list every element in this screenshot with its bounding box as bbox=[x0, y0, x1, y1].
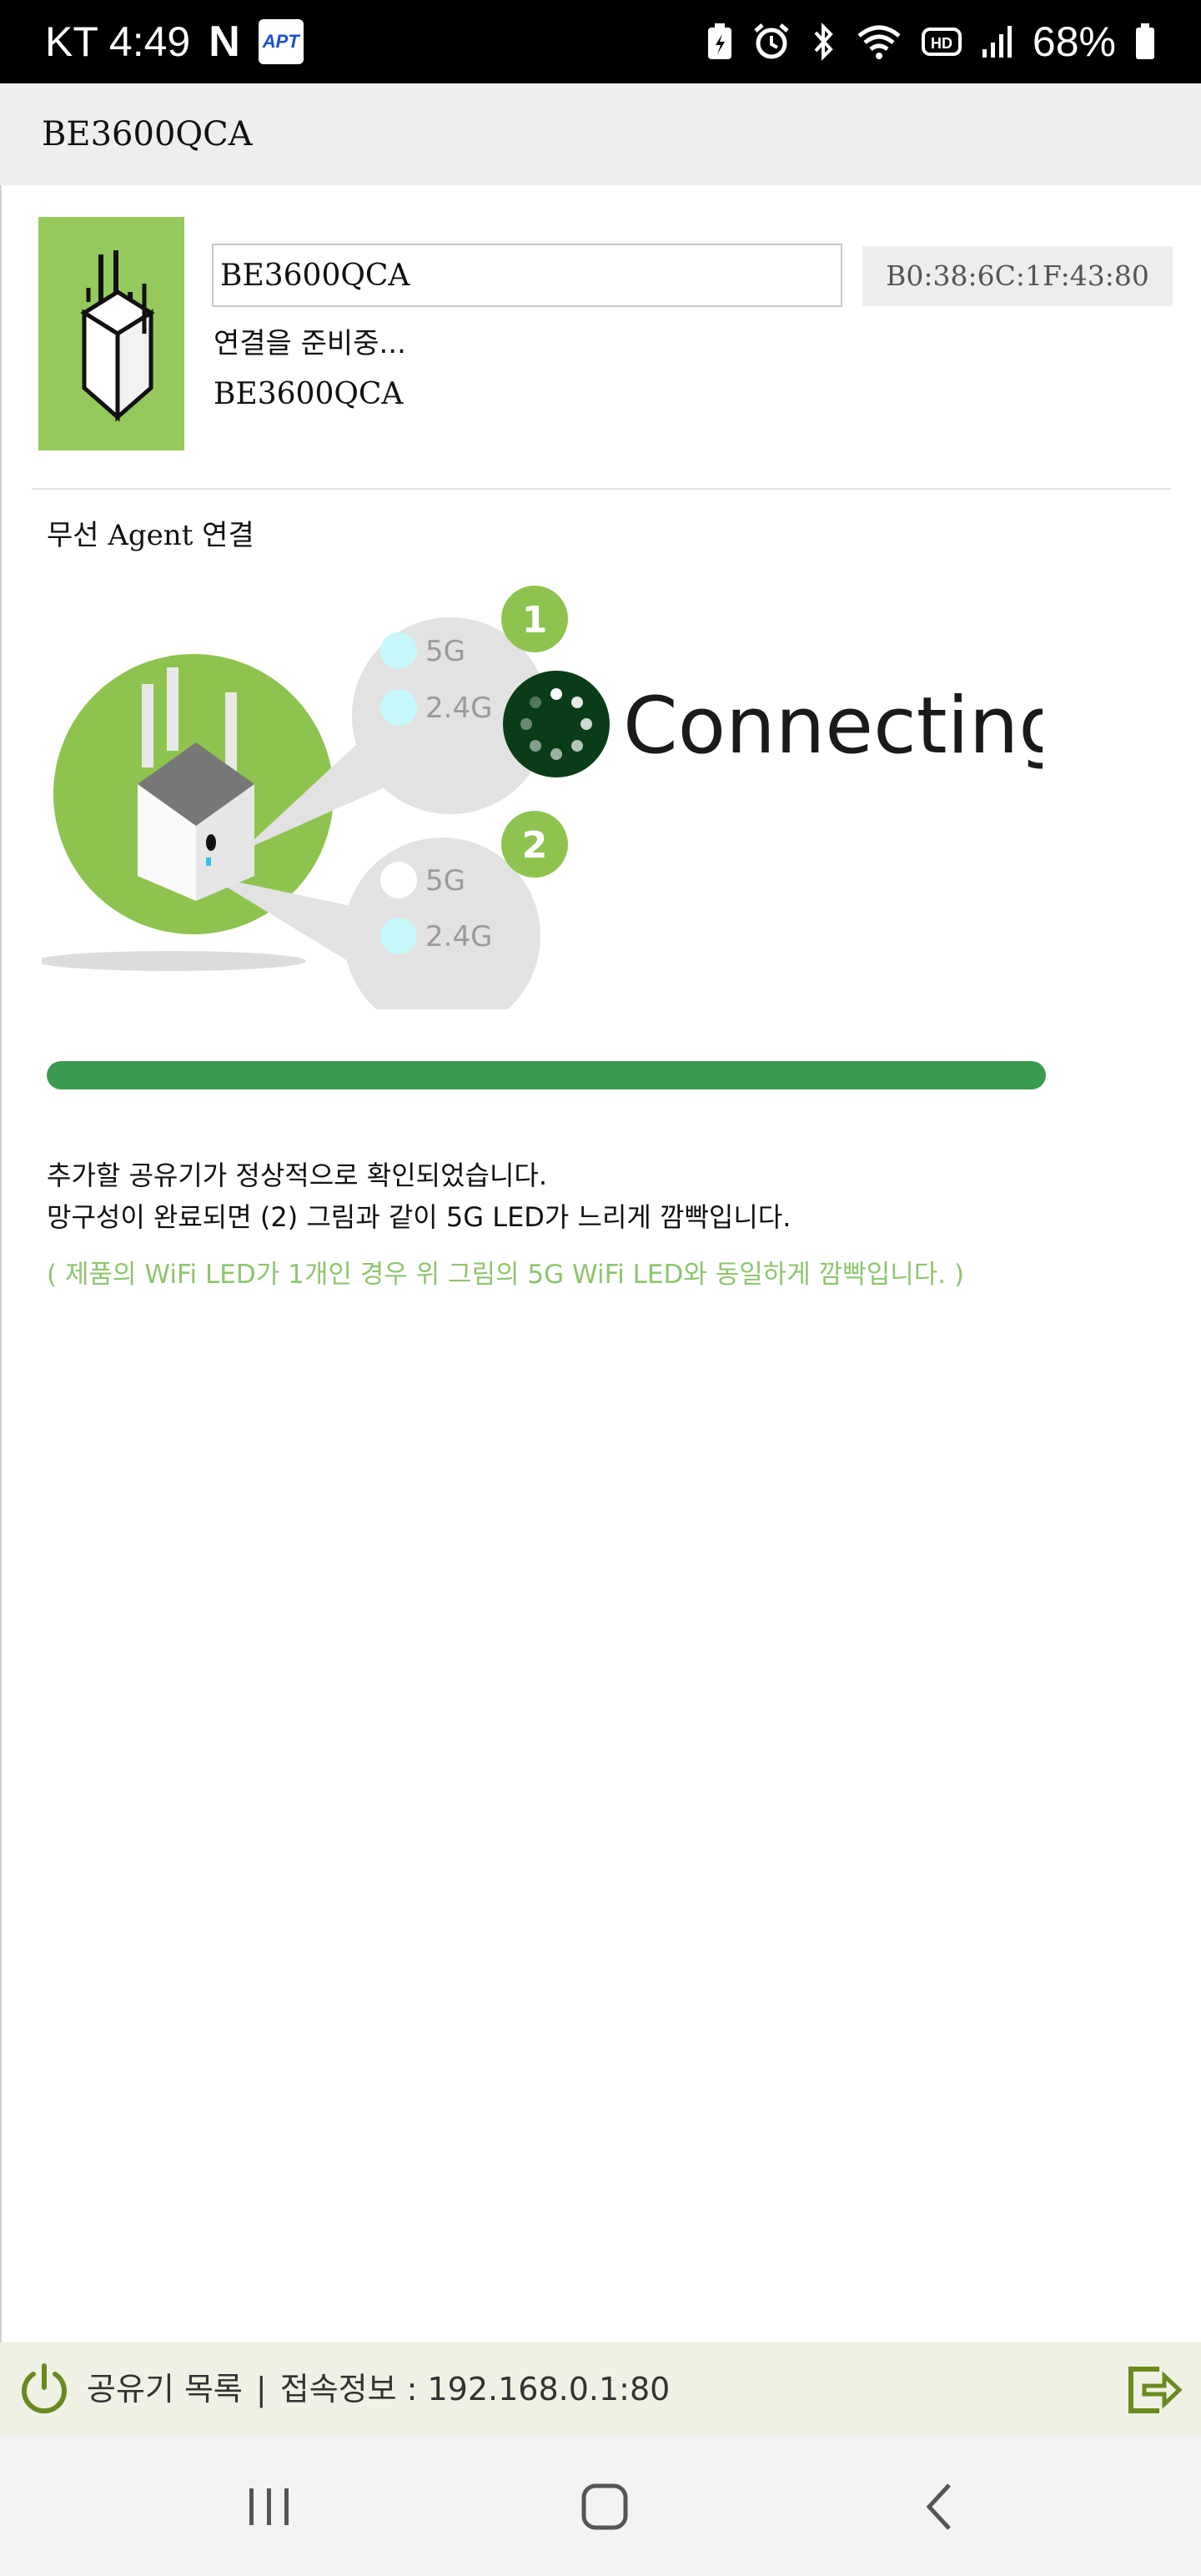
router-icon bbox=[80, 250, 155, 422]
message-led-info: 망구성이 완료되면 (2) 그림과 같이 5G LED가 느리게 깜빡입니다. bbox=[47, 1201, 791, 1233]
footer-separator: | bbox=[255, 2371, 267, 2407]
led-24g-label-1: 2.4G bbox=[425, 692, 492, 725]
spinner-icon bbox=[503, 671, 610, 777]
router-model: BE3600QCA bbox=[214, 377, 404, 411]
battery-icon bbox=[1136, 23, 1154, 59]
led-24g-label-2: 2.4G bbox=[425, 920, 492, 953]
footer-bar: 공유기 목록 | 접속정보 : 192.168.0.1:80 bbox=[0, 2342, 1201, 2436]
led-5g-label-1: 5G bbox=[425, 635, 465, 668]
system-nav-bar bbox=[0, 2436, 1201, 2576]
recent-apps-icon bbox=[249, 2488, 289, 2525]
progress-bar bbox=[47, 1061, 1046, 1089]
home-icon bbox=[581, 2483, 628, 2530]
led-5g-1 bbox=[380, 632, 417, 669]
router-shadow bbox=[42, 951, 306, 971]
bluetooth-icon bbox=[814, 23, 833, 61]
recent-apps-button[interactable] bbox=[232, 2469, 307, 2544]
status-bar: KT 4:49 N APT HD 68% bbox=[0, 0, 1201, 83]
router-name-input[interactable] bbox=[212, 244, 842, 307]
message-confirmed: 추가할 공유기가 정상적으로 확인되었습니다. bbox=[47, 1160, 548, 1191]
power-icon[interactable] bbox=[17, 2361, 72, 2416]
svg-text:HD: HD bbox=[931, 35, 952, 52]
router-list-link[interactable]: 공유기 목록 bbox=[87, 2342, 243, 2436]
router-thumbnail bbox=[38, 217, 184, 450]
signal-icon bbox=[982, 26, 1012, 58]
exit-icon[interactable] bbox=[1126, 2362, 1184, 2418]
divider bbox=[32, 488, 1171, 490]
connecting-label: Connecting bbox=[623, 681, 1043, 772]
connection-status: 연결을 준비중... bbox=[214, 327, 406, 360]
connection-illustration: 1 2 5G 2.4G 5G 2.4G Connecting bbox=[42, 586, 1043, 1009]
app-header: BE3600QCA bbox=[0, 83, 1201, 185]
app-notification-icon: APT bbox=[258, 19, 304, 64]
step-1-number: 1 bbox=[522, 599, 548, 641]
section-title: 무선 Agent 연결 bbox=[47, 519, 254, 552]
battery-saver-icon bbox=[707, 23, 731, 59]
led-24g-2 bbox=[380, 918, 417, 954]
alarm-icon bbox=[754, 23, 789, 59]
carrier-time: KT 4:49 bbox=[45, 18, 191, 65]
progress-fill bbox=[47, 1061, 1046, 1089]
led-24g-1 bbox=[380, 689, 417, 726]
page-title: BE3600QCA bbox=[42, 115, 253, 153]
battery-percent: 68% bbox=[1032, 18, 1116, 65]
hd-icon: HD bbox=[921, 28, 962, 56]
back-button[interactable] bbox=[904, 2469, 979, 2544]
content-border bbox=[0, 185, 2, 2344]
message-note: ( 제품의 WiFi LED가 1개인 경우 위 그림의 5G WiFi LED… bbox=[47, 1260, 965, 1290]
mac-address: B0:38:6C:1F:43:80 bbox=[862, 246, 1173, 306]
connection-info: 접속정보 : 192.168.0.1:80 bbox=[279, 2371, 671, 2407]
wifi-icon bbox=[857, 25, 901, 59]
led-5g-2 bbox=[380, 862, 417, 898]
n-notification-icon: N bbox=[209, 18, 240, 66]
back-icon bbox=[926, 2483, 951, 2530]
led-5g-label-2: 5G bbox=[425, 864, 465, 898]
step-2-number: 2 bbox=[522, 824, 548, 867]
home-button[interactable] bbox=[567, 2469, 642, 2544]
